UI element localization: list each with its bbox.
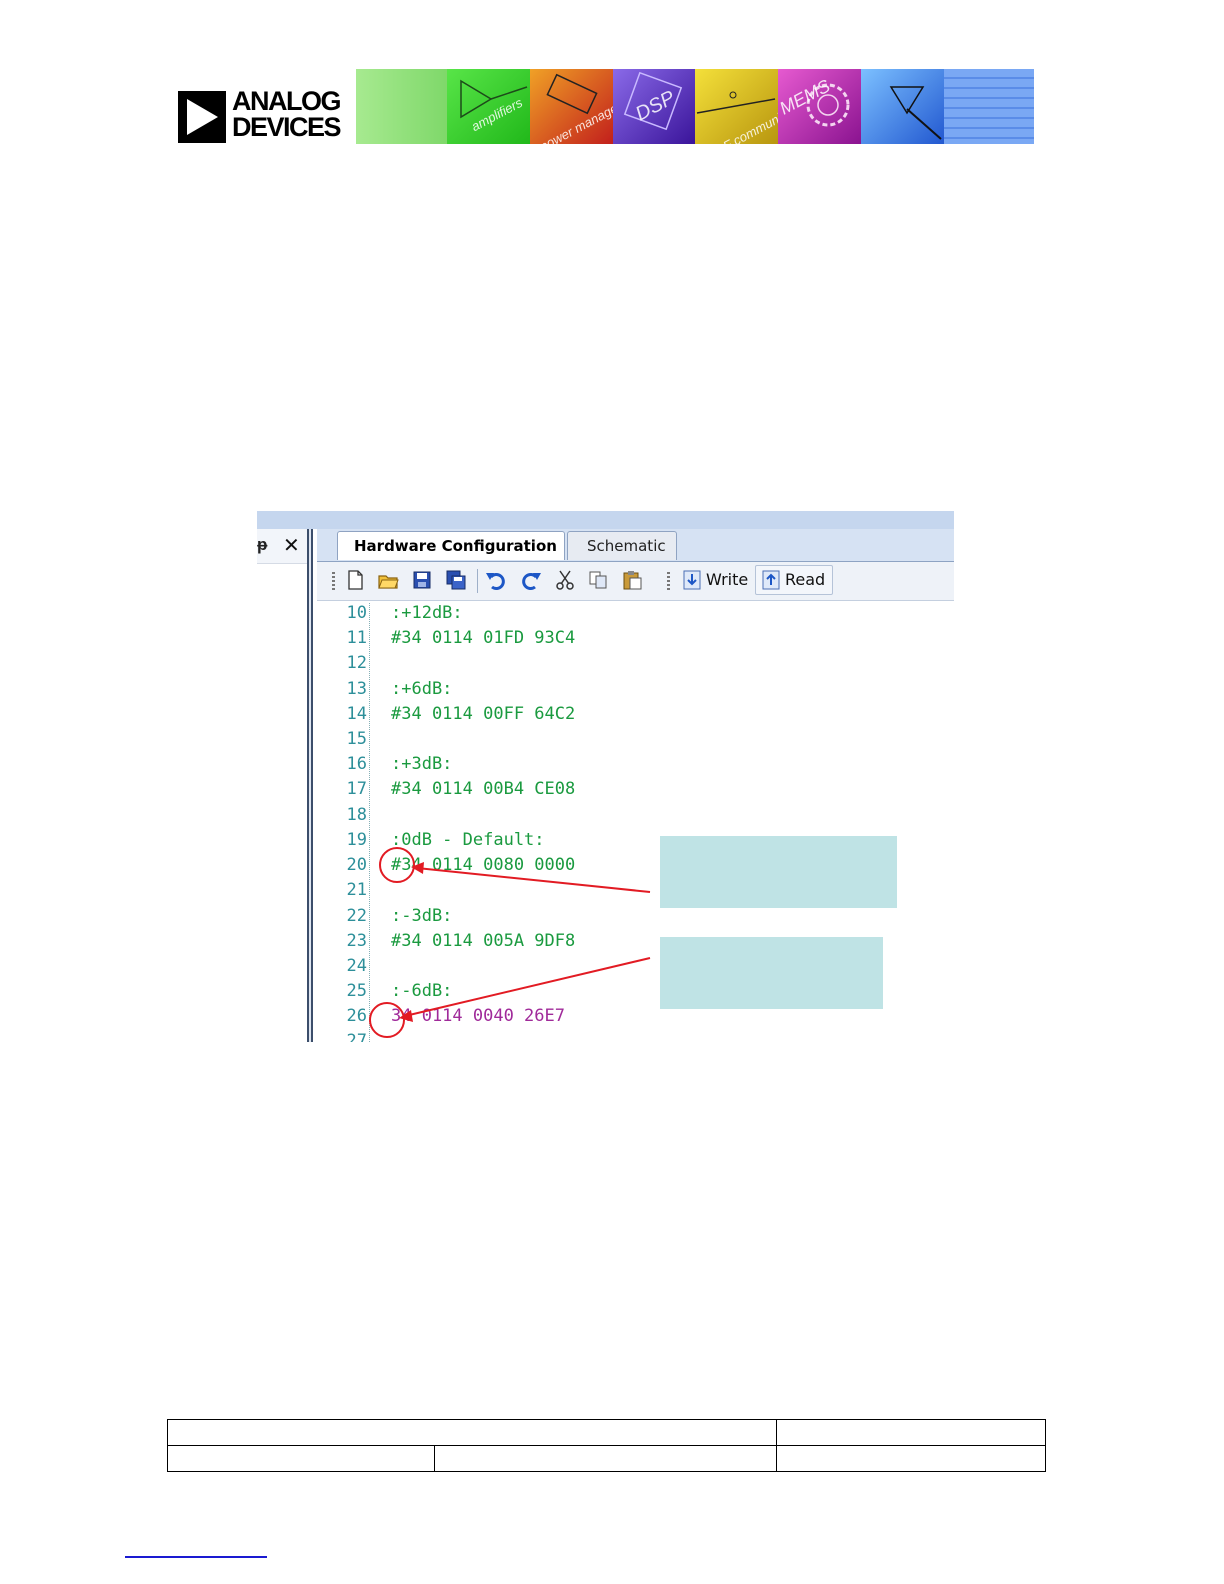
- footer-row: [167, 1445, 1046, 1472]
- banner-panel-plain-blue: [944, 69, 1034, 144]
- logo-triangle-icon: [178, 91, 226, 143]
- banner-panel-dsp: DSP: [612, 69, 696, 144]
- arrow-head-icon: [411, 862, 424, 874]
- product-banner: amplifiers power management DSP RF commu…: [356, 69, 1034, 144]
- footer-cell: [167, 1419, 777, 1446]
- converter-icon: [889, 86, 942, 140]
- banner-panel-mems: MEMS: [778, 69, 862, 144]
- annotation-arrows: [399, 862, 651, 1022]
- banner-panel-rf: RF communications: [695, 69, 779, 144]
- footer-cell: [434, 1445, 777, 1472]
- logo-line-2: DEVICES: [232, 112, 342, 142]
- banner-panel-amplifiers: amplifiers: [446, 69, 530, 144]
- logo-line-1: ANALOG: [232, 86, 342, 116]
- logo-wordmark: ANALOG DEVICES: [232, 86, 342, 142]
- footer-link-underline[interactable]: [125, 1556, 267, 1558]
- banner-panel-plain: [356, 69, 447, 144]
- footer-table: [167, 1419, 1046, 1472]
- banner-panel-converter: [861, 69, 945, 144]
- sigmastudio-screenshot: ᵽ ✕ Hardware Configuration Schematic Wri…: [257, 511, 954, 1042]
- footer-cell: [776, 1419, 1046, 1446]
- footer-cell: [776, 1445, 1046, 1472]
- footer-cell: [167, 1445, 435, 1472]
- arrow-head-icon: [399, 1010, 413, 1022]
- footer-row: [167, 1419, 1046, 1446]
- banner-panel-power: power management: [529, 69, 613, 144]
- analog-devices-logo: ANALOG DEVICES: [178, 86, 344, 144]
